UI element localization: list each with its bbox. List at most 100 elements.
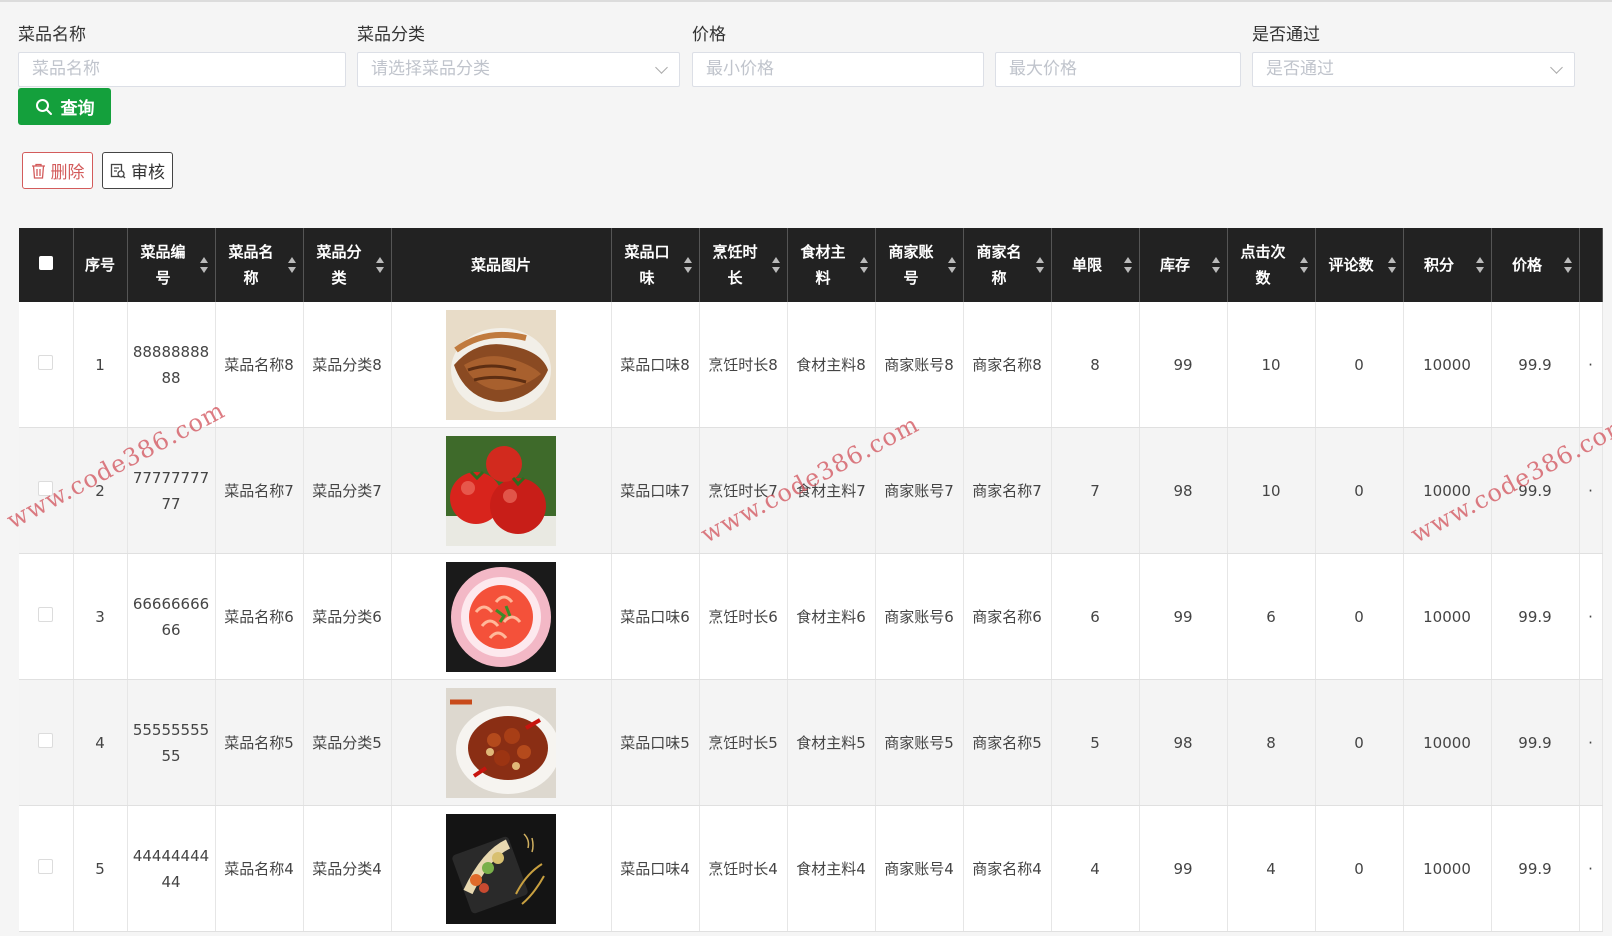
cell-taste: 菜品口味6	[611, 553, 700, 680]
dish-name-input[interactable]: 菜品名称	[18, 52, 346, 87]
col-header-code[interactable]: 菜品编号	[127, 228, 216, 302]
table-row[interactable]: 1 8888888888 菜品名称8 菜品分类8 菜品口味8 烹饪时长8 食材主…	[19, 302, 1603, 428]
table-header-row: 序号 菜品编号 菜品名称 菜品分类 菜品图片 菜品口味 烹饪时长 食材主料 商家…	[19, 228, 1603, 302]
cell-points: 10000	[1403, 427, 1492, 554]
delete-button-label: 删除	[50, 163, 85, 183]
col-header-clicks[interactable]: 点击次数	[1227, 228, 1316, 302]
cell-cook-time: 烹饪时长5	[699, 679, 788, 806]
sort-icon[interactable]	[287, 257, 296, 273]
row-checkbox[interactable]	[38, 732, 54, 748]
cell-name: 菜品名称8	[215, 302, 304, 428]
cell-index: 5	[73, 805, 128, 932]
shrimp-plate-image	[446, 561, 556, 672]
row-select-cell[interactable]	[19, 805, 74, 932]
cell-limit: 4	[1051, 805, 1140, 932]
cell-more: ·	[1579, 553, 1603, 680]
cell-comments: 0	[1315, 679, 1404, 806]
cell-category: 菜品分类7	[303, 427, 392, 554]
min-price-placeholder: 最小价格	[706, 59, 774, 79]
cell-more: ·	[1579, 805, 1603, 932]
sort-icon[interactable]	[1387, 257, 1396, 273]
sort-icon[interactable]	[199, 257, 208, 273]
col-header-merchant[interactable]: 商家名称	[963, 228, 1052, 302]
cell-comments: 0	[1315, 805, 1404, 932]
col-header-label: 菜品分类	[316, 243, 362, 287]
cell-category: 菜品分类8	[303, 302, 392, 428]
table-row[interactable]: 4 5555555555 菜品名称5 菜品分类5 菜品口味5 烹饪时长5 食材主…	[19, 679, 1603, 806]
sort-icon[interactable]	[1299, 257, 1308, 273]
col-header-index: 序号	[73, 228, 128, 302]
trash-icon	[31, 163, 45, 179]
row-select-cell[interactable]	[19, 302, 74, 428]
row-select-cell[interactable]	[19, 427, 74, 554]
table-row[interactable]: 2 7777777777 菜品名称7 菜品分类7 菜品口味7 烹饪时长7 食材主…	[19, 427, 1603, 554]
sort-icon[interactable]	[771, 257, 780, 273]
cell-stock: 99	[1139, 553, 1228, 680]
col-header-comments[interactable]: 评论数	[1315, 228, 1404, 302]
audit-button-label: 审核	[131, 163, 165, 183]
row-checkbox[interactable]	[38, 354, 54, 370]
sort-icon[interactable]	[1475, 257, 1484, 273]
cell-ingredient: 食材主料4	[787, 805, 876, 932]
col-header-label: 烹饪时长	[712, 243, 758, 287]
col-header-label: 积分	[1423, 256, 1454, 274]
col-header-price[interactable]: 价格	[1491, 228, 1580, 302]
col-header-cook-time[interactable]: 烹饪时长	[699, 228, 788, 302]
col-header-label: 菜品名称	[228, 243, 274, 287]
sort-icon[interactable]	[1035, 257, 1044, 273]
row-select-cell[interactable]	[19, 679, 74, 806]
select-all-checkbox[interactable]	[38, 256, 53, 270]
cell-stock: 98	[1139, 427, 1228, 554]
row-select-cell[interactable]	[19, 553, 74, 680]
col-header-label: 评论数	[1328, 256, 1374, 274]
search-button[interactable]: 查询	[18, 88, 111, 125]
tomatoes-image	[446, 435, 556, 546]
sort-icon[interactable]	[859, 257, 868, 273]
col-header-taste[interactable]: 菜品口味	[611, 228, 700, 302]
row-checkbox[interactable]	[38, 606, 54, 622]
cell-account: 商家账号8	[875, 302, 964, 428]
cell-price: 99.9	[1491, 427, 1580, 554]
cell-limit: 8	[1051, 302, 1140, 428]
dish-name-label: 菜品名称	[18, 25, 86, 45]
sort-icon[interactable]	[1211, 257, 1220, 273]
sort-icon[interactable]	[947, 257, 956, 273]
cell-index: 4	[73, 679, 128, 806]
sort-icon[interactable]	[1123, 257, 1132, 273]
dish-category-select[interactable]: 请选择菜品分类	[357, 52, 680, 87]
cell-name: 菜品名称6	[215, 553, 304, 680]
sort-icon[interactable]	[375, 257, 384, 273]
col-header-account[interactable]: 商家账号	[875, 228, 964, 302]
approved-select[interactable]: 是否通过	[1252, 52, 1575, 87]
col-header-limit[interactable]: 单限	[1051, 228, 1140, 302]
table-row[interactable]: 5 4444444444 菜品名称4 菜品分类4 菜品口味4 烹饪时长4 食材主…	[19, 805, 1603, 932]
cell-ingredient: 食材主料6	[787, 553, 876, 680]
top-border	[0, 0, 1612, 2]
col-header-points[interactable]: 积分	[1403, 228, 1492, 302]
row-checkbox[interactable]	[38, 858, 54, 874]
cell-image	[391, 427, 612, 554]
min-price-input[interactable]: 最小价格	[692, 52, 984, 87]
select-all-header[interactable]	[19, 228, 74, 302]
max-price-input[interactable]: 最大价格	[995, 52, 1241, 87]
approved-placeholder: 是否通过	[1266, 59, 1334, 79]
sort-icon[interactable]	[1563, 257, 1572, 273]
col-header-more	[1579, 228, 1603, 302]
col-header-name[interactable]: 菜品名称	[215, 228, 304, 302]
audit-button[interactable]: 审核	[102, 152, 173, 189]
cell-cook-time: 烹饪时长4	[699, 805, 788, 932]
row-checkbox[interactable]	[38, 480, 54, 496]
table-row[interactable]: 3 6666666666 菜品名称6 菜品分类6 菜品口味6 烹饪时长6 食材主…	[19, 553, 1603, 680]
sort-icon[interactable]	[683, 257, 692, 273]
col-header-ingredient[interactable]: 食材主料	[787, 228, 876, 302]
col-header-stock[interactable]: 库存	[1139, 228, 1228, 302]
delete-button[interactable]: 删除	[22, 152, 93, 189]
col-header-label: 菜品口味	[624, 243, 670, 287]
cell-ingredient: 食材主料7	[787, 427, 876, 554]
cell-points: 10000	[1403, 679, 1492, 806]
col-header-label: 序号	[84, 256, 115, 274]
price-label: 价格	[692, 25, 726, 45]
cell-points: 10000	[1403, 302, 1492, 428]
col-header-category[interactable]: 菜品分类	[303, 228, 392, 302]
cell-comments: 0	[1315, 427, 1404, 554]
